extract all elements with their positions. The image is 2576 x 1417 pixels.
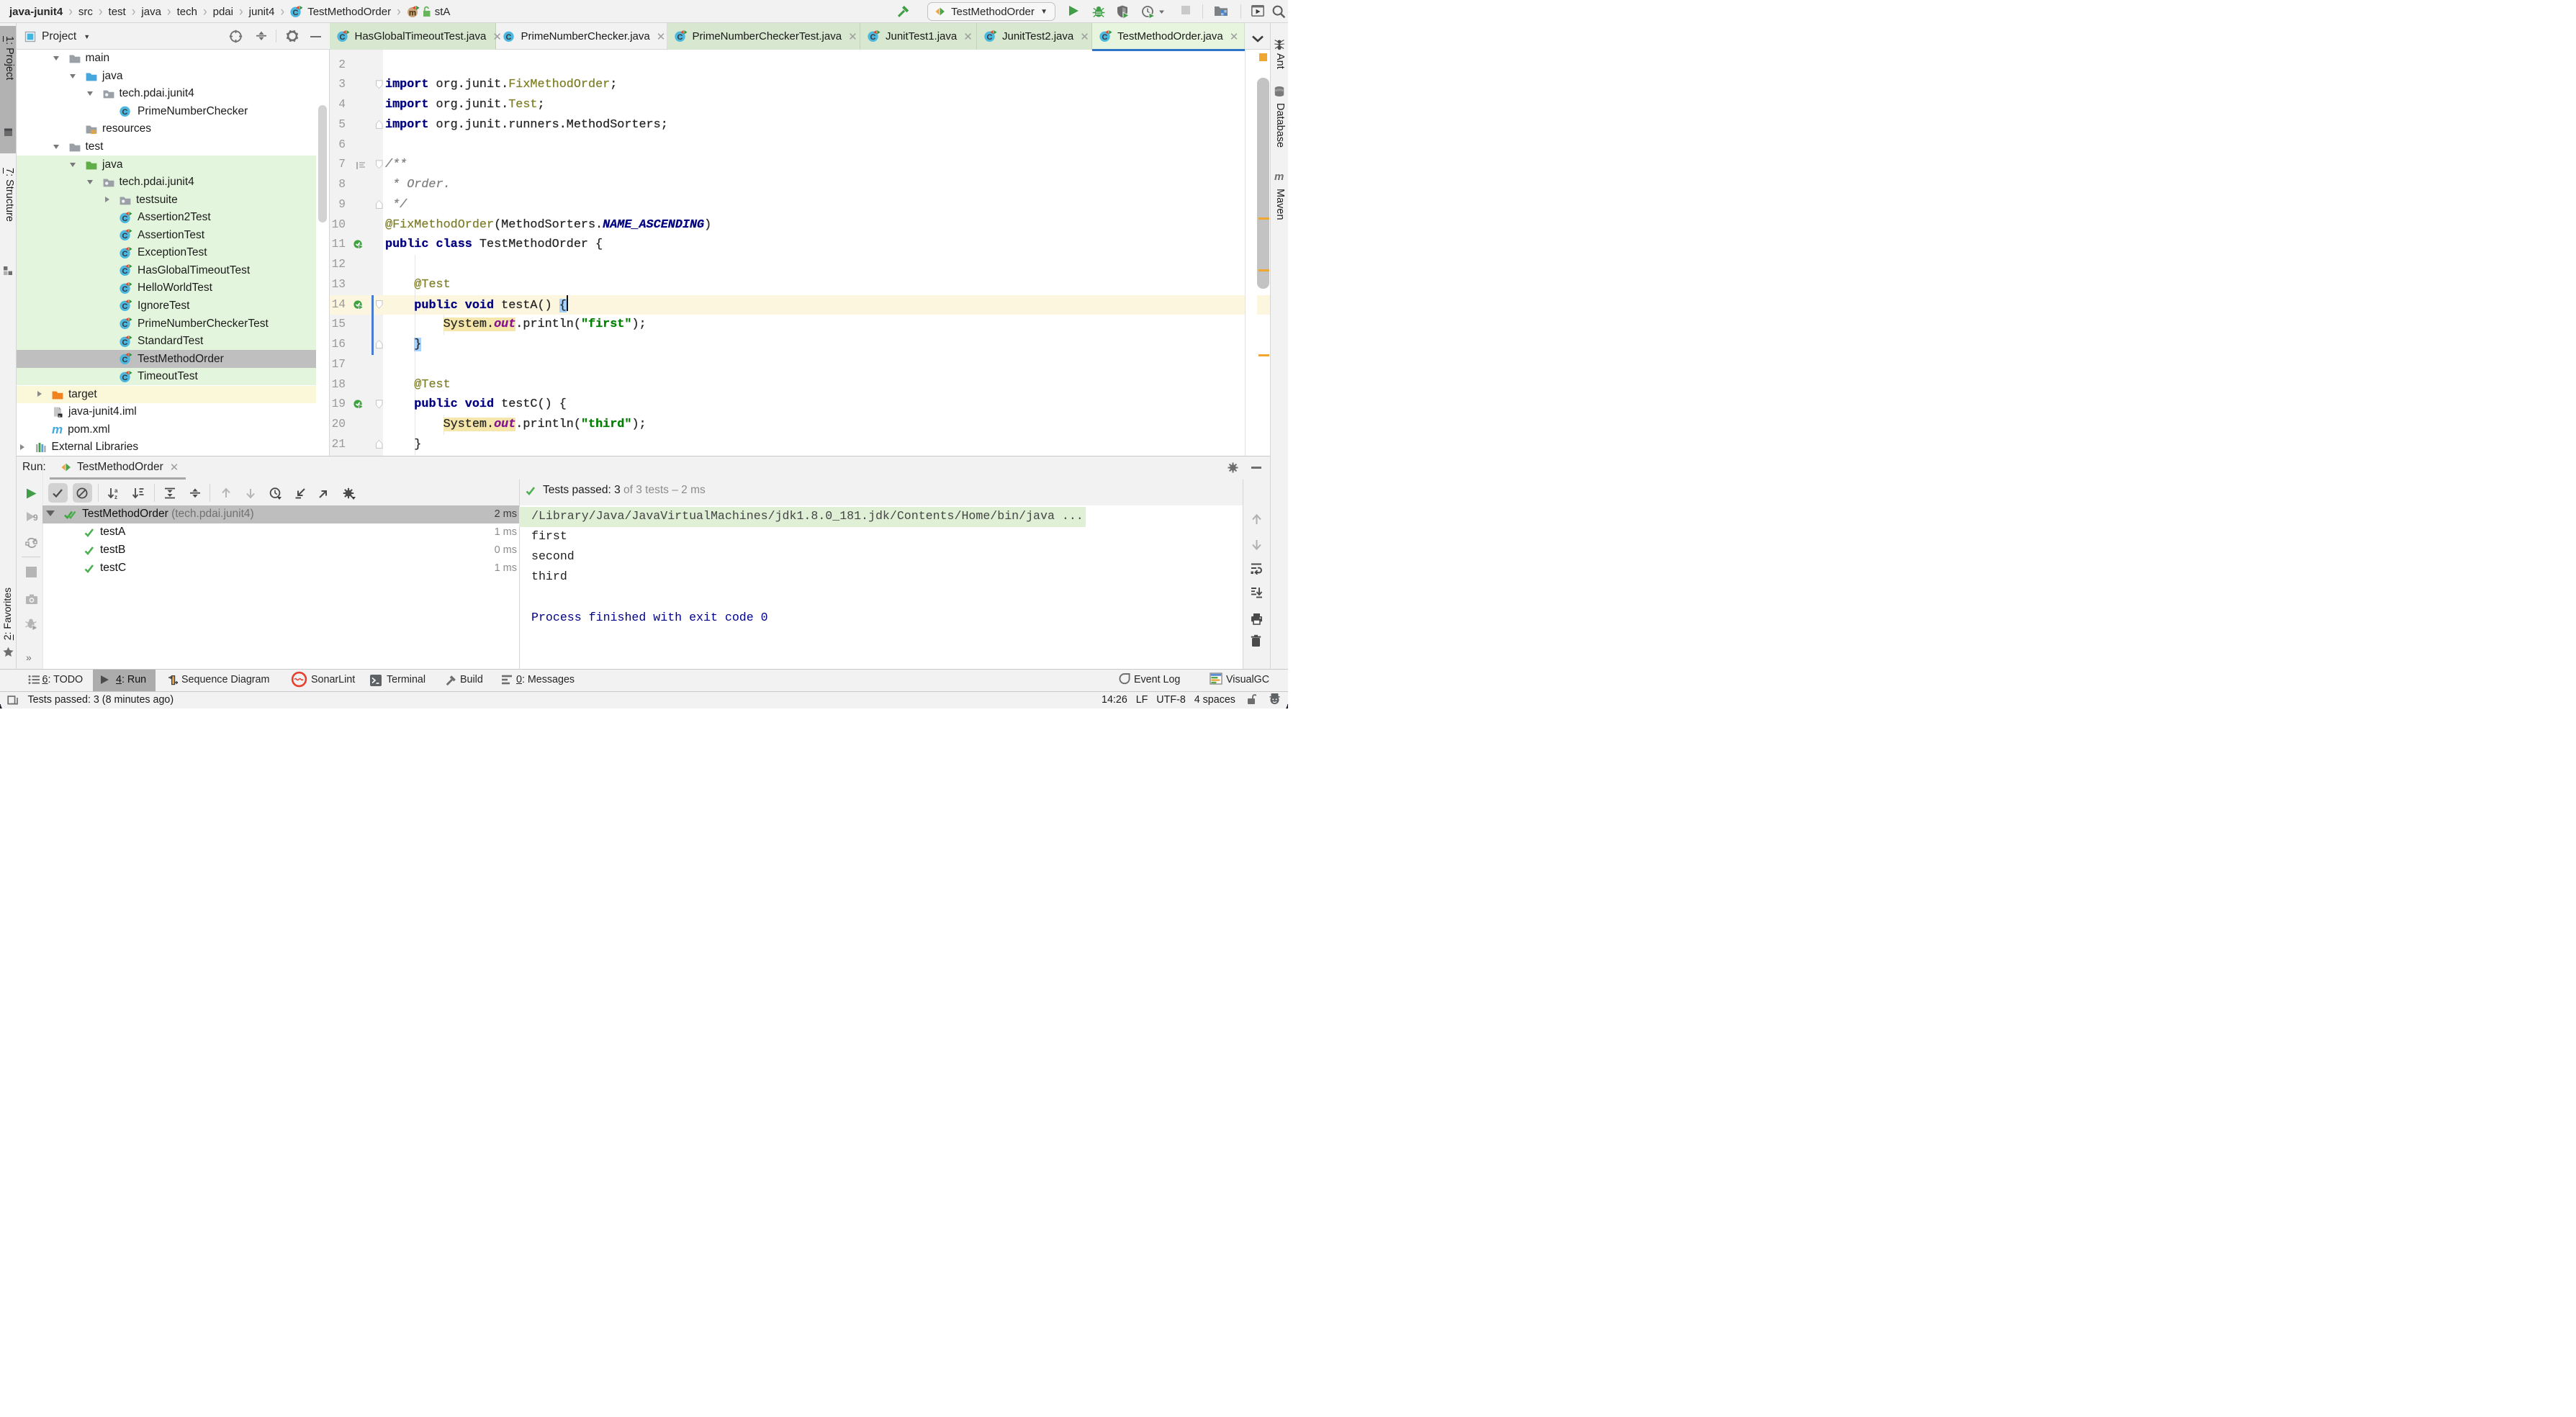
svg-text:C: C	[677, 33, 683, 42]
svg-text:C: C	[122, 215, 128, 223]
svg-text:C: C	[122, 250, 128, 258]
svg-text:C: C	[122, 374, 128, 382]
svg-text:C: C	[870, 33, 876, 42]
svg-text:C: C	[505, 33, 511, 42]
svg-text:C: C	[122, 285, 128, 294]
svg-text:C: C	[122, 267, 128, 276]
svg-text:C: C	[122, 108, 128, 117]
svg-text:m: m	[409, 9, 416, 17]
svg-text:9: 9	[33, 513, 38, 523]
svg-text:C: C	[122, 320, 128, 329]
svg-text:C: C	[122, 232, 128, 240]
svg-text:z: z	[114, 494, 117, 500]
svg-text:C: C	[987, 33, 993, 42]
svg-text:C: C	[122, 356, 128, 364]
svg-text:a: a	[114, 487, 118, 494]
svg-text:C: C	[1102, 33, 1108, 42]
svg-text:C: C	[339, 33, 345, 42]
svg-text:C: C	[122, 338, 128, 347]
svg-text:C: C	[293, 9, 299, 17]
svg-text:C: C	[122, 302, 128, 311]
